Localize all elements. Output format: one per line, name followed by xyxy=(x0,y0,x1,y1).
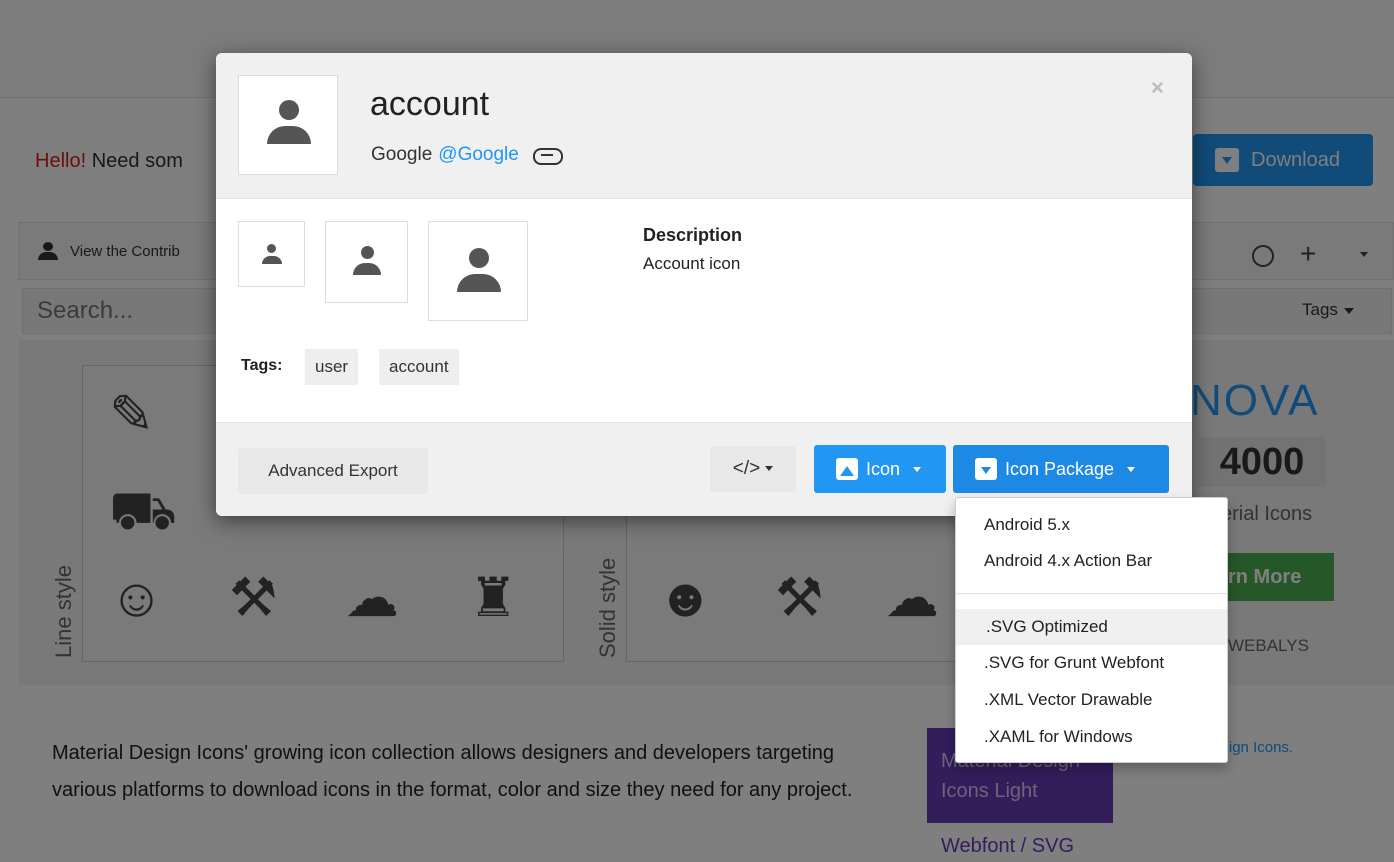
tags-label: Tags: xyxy=(241,357,283,374)
image-icon xyxy=(836,458,858,480)
account-icon xyxy=(353,246,381,276)
icon-package-button[interactable]: Icon Package xyxy=(953,445,1169,493)
icon-preview-large[interactable] xyxy=(428,221,528,321)
menu-item-android-4x-action-bar[interactable]: Android 4.x Action Bar xyxy=(956,543,1227,579)
description-label: Description xyxy=(643,225,743,245)
close-button[interactable]: × xyxy=(1151,75,1164,101)
icon-download-button[interactable]: Icon xyxy=(814,445,946,493)
advanced-export-button[interactable]: Advanced Export xyxy=(238,448,428,494)
chevron-down-icon xyxy=(913,466,922,472)
menu-item-xml-vector-drawable[interactable]: .XML Vector Drawable xyxy=(956,682,1227,718)
author-handle-link[interactable]: @Google xyxy=(438,144,519,166)
icon-detail-modal: account Google @Google × Description Acc… xyxy=(216,53,1192,516)
account-icon xyxy=(267,100,311,148)
icon-button-label: Icon xyxy=(866,459,901,479)
menu-item-svg-optimized[interactable]: .SVG Optimized xyxy=(956,609,1227,645)
author-name: Google xyxy=(371,144,433,165)
code-dropdown-button[interactable]: </> xyxy=(710,446,796,492)
modal-title: account xyxy=(370,85,490,123)
code-tags-icon: </> xyxy=(732,458,761,479)
main-icon-preview xyxy=(238,75,338,175)
chevron-down-icon xyxy=(765,466,774,472)
account-icon xyxy=(457,248,501,296)
icon-package-dropdown: Android 5.x Android 4.x Action Bar .SVG … xyxy=(955,497,1228,763)
icon-author: Google @Google xyxy=(371,144,563,166)
icon-package-label: Icon Package xyxy=(1005,459,1115,479)
account-icon xyxy=(262,244,282,264)
icon-preview-small[interactable] xyxy=(238,221,305,287)
tag-account[interactable]: account xyxy=(379,349,459,385)
modal-header: account Google @Google × xyxy=(216,53,1192,199)
package-down-icon xyxy=(975,458,997,480)
icon-preview-medium[interactable] xyxy=(325,221,408,303)
chevron-down-icon xyxy=(1127,466,1136,472)
menu-divider xyxy=(956,593,1227,594)
menu-item-xaml-windows[interactable]: .XAML for Windows xyxy=(956,719,1227,755)
tag-user[interactable]: user xyxy=(305,349,359,385)
menu-item-svg-grunt-webfont[interactable]: .SVG for Grunt Webfont xyxy=(956,645,1227,681)
description-text: Account icon xyxy=(643,254,741,273)
link-icon[interactable] xyxy=(532,147,563,165)
menu-item-android-5x[interactable]: Android 5.x xyxy=(956,507,1227,543)
